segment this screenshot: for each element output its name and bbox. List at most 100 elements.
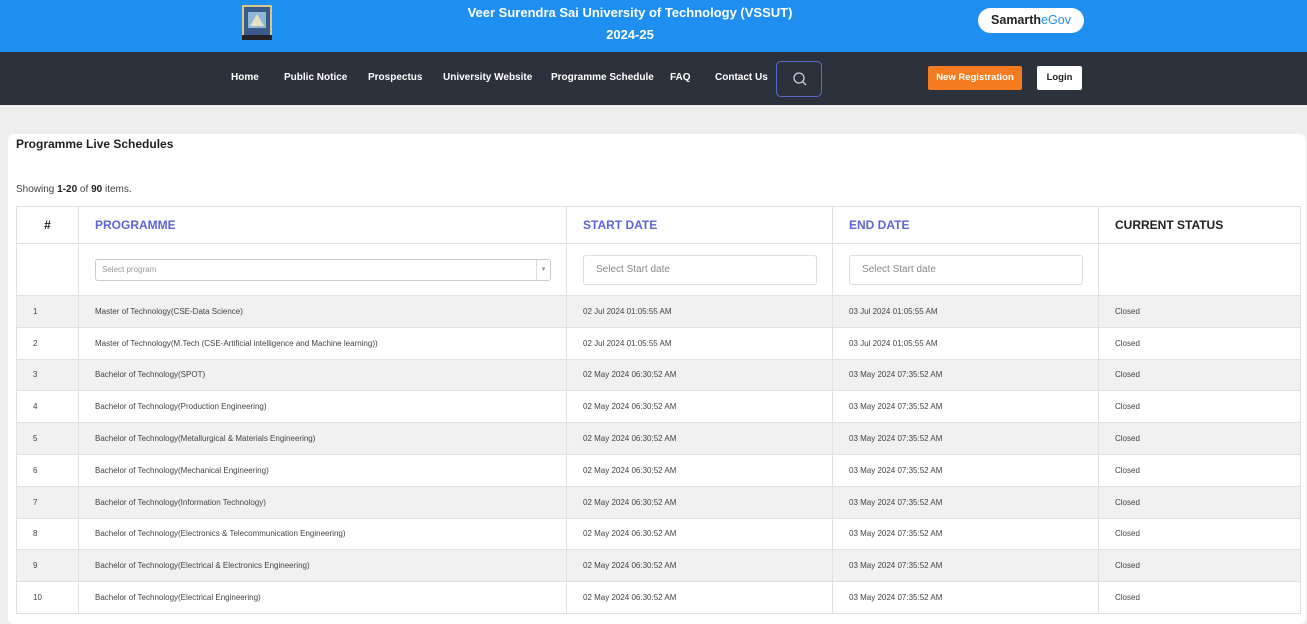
summary-prefix: Showing: [16, 184, 58, 195]
row-index: 4: [16, 390, 79, 424]
brand-main: Samarth: [991, 13, 1042, 27]
end-date-input[interactable]: Select Start date: [849, 254, 1083, 285]
row-start-date: 02 Jul 2024 01:05:55 AM: [566, 326, 833, 360]
filter-cell-programme: Select program ▾: [78, 243, 567, 296]
row-end-date: 03 May 2024 07:35:52 AM: [832, 390, 1099, 424]
row-status: Closed: [1098, 485, 1301, 519]
row-end-date: 03 May 2024 07:35:52 AM: [832, 453, 1099, 487]
row-start-date: 02 May 2024 06:30:52 AM: [566, 453, 833, 487]
university-title: Veer Surendra Sai University of Technolo…: [467, 5, 793, 20]
row-index: 5: [16, 422, 79, 455]
start-date-input[interactable]: Select Start date: [583, 254, 817, 285]
summary-total: 90: [91, 184, 103, 195]
row-programme: Bachelor of Technology(Information Techn…: [78, 485, 567, 519]
row-index: 7: [16, 485, 79, 519]
filter-cell-empty: [16, 243, 79, 296]
row-end-date: 03 Jul 2024 01:05:55 AM: [832, 326, 1099, 360]
row-programme: Bachelor of Technology(Metallurgical & M…: [78, 422, 567, 455]
row-end-date: 03 May 2024 07:35:52 AM: [832, 581, 1099, 614]
summary-mid: of: [77, 184, 92, 195]
summary-suffix: items.: [102, 184, 132, 195]
summary-range: 1-20: [57, 184, 78, 195]
row-start-date: 02 May 2024 06:30:52 AM: [566, 358, 833, 392]
samarth-egov-logo[interactable]: SamartheGov: [978, 8, 1084, 33]
row-index: 6: [16, 453, 79, 487]
table-row: 6 Bachelor of Technology(Mechanical Engin…: [16, 453, 1301, 487]
program-select[interactable]: Select program ▾: [95, 258, 551, 281]
row-status: Closed: [1098, 549, 1301, 583]
filter-row: Select program ▾ Select Start date Selec…: [16, 243, 1301, 296]
nav-faq[interactable]: FAQ: [670, 72, 691, 83]
row-index: 10: [16, 581, 79, 614]
row-start-date: 02 May 2024 06:30:52 AM: [566, 390, 833, 424]
table-row: 7 Bachelor of Technology(Information Tech…: [16, 485, 1301, 519]
table-row: 3 Bachelor of Technology(SPOT) 02 May 2024…: [16, 358, 1301, 392]
session-year: 2024-25: [606, 27, 654, 42]
column-header-current-status: CURRENT STATUS: [1098, 206, 1301, 244]
university-crest-icon: [242, 5, 272, 40]
row-index: 8: [16, 517, 79, 551]
results-summary: Showing 1-20 of 90 items.: [16, 184, 132, 195]
row-status: Closed: [1098, 453, 1301, 487]
table-row: 1 Master of Technology(CSE-Data Science) 0…: [16, 295, 1301, 328]
row-programme: Bachelor of Technology(Electrical Engine…: [78, 581, 567, 614]
row-end-date: 03 Jul 2024 01:05:55 AM: [832, 295, 1099, 328]
row-status: Closed: [1098, 326, 1301, 360]
new-registration-button[interactable]: New Registration: [928, 66, 1022, 90]
row-status: Closed: [1098, 517, 1301, 551]
nav-home[interactable]: Home: [231, 72, 259, 83]
row-index: 1: [16, 295, 79, 328]
row-index: 9: [16, 549, 79, 583]
row-programme: Bachelor of Technology(SPOT): [78, 358, 567, 392]
row-end-date: 03 May 2024 07:35:52 AM: [832, 485, 1099, 519]
row-end-date: 03 May 2024 07:35:52 AM: [832, 549, 1099, 583]
table-row: 8 Bachelor of Technology(Electronics & Te…: [16, 517, 1301, 551]
row-programme: Bachelor of Technology(Electronics & Tel…: [78, 517, 567, 551]
row-start-date: 02 Jul 2024 01:05:55 AM: [566, 295, 833, 328]
row-programme: Bachelor of Technology(Production Engine…: [78, 390, 567, 424]
search-icon: [793, 72, 807, 86]
table-row: 9 Bachelor of Technology(Electrical & Ele…: [16, 549, 1301, 583]
search-button[interactable]: [776, 61, 822, 97]
row-start-date: 02 May 2024 06:30:52 AM: [566, 485, 833, 519]
table-row: 4 Bachelor of Technology(Production Engin…: [16, 390, 1301, 424]
row-start-date: 02 May 2024 06:30:52 AM: [566, 549, 833, 583]
filter-cell-status: [1098, 243, 1301, 296]
nav-university-website[interactable]: University Website: [443, 72, 532, 83]
row-status: Closed: [1098, 295, 1301, 328]
row-end-date: 03 May 2024 07:35:52 AM: [832, 358, 1099, 392]
filter-cell-end-date: Select Start date: [832, 243, 1099, 296]
table-row: 10 Bachelor of Technology(Electrical Engi…: [16, 581, 1301, 614]
program-select-placeholder: Select program: [102, 264, 157, 274]
row-end-date: 03 May 2024 07:35:52 AM: [832, 422, 1099, 455]
row-start-date: 02 May 2024 06:30:52 AM: [566, 422, 833, 455]
row-status: Closed: [1098, 422, 1301, 455]
nav-programme-schedule[interactable]: Programme Schedule: [551, 72, 654, 83]
schedule-table: # PROGRAMME START DATE END DATE CURRENT …: [16, 206, 1301, 614]
row-start-date: 02 May 2024 06:30:52 AM: [566, 517, 833, 551]
header-title-block: Veer Surendra Sai University of Technolo…: [420, 4, 840, 44]
row-status: Closed: [1098, 581, 1301, 614]
row-end-date: 03 May 2024 07:35:52 AM: [832, 517, 1099, 551]
nav-public-notice[interactable]: Public Notice: [284, 72, 347, 83]
login-button[interactable]: Login: [1037, 66, 1082, 90]
column-header-programme[interactable]: PROGRAMME: [78, 206, 567, 244]
row-programme: Master of Technology(M.Tech (CSE-Artific…: [78, 326, 567, 360]
row-start-date: 02 May 2024 06:30:52 AM: [566, 581, 833, 614]
nav-contact-us[interactable]: Contact Us: [715, 72, 768, 83]
row-programme: Bachelor of Technology(Mechanical Engine…: [78, 453, 567, 487]
row-index: 3: [16, 358, 79, 392]
row-programme: Bachelor of Technology(Electrical & Elec…: [78, 549, 567, 583]
chevron-down-icon: ▾: [536, 259, 550, 280]
nav-prospectus[interactable]: Prospectus: [368, 72, 422, 83]
brand-suffix: eGov: [1041, 13, 1071, 27]
column-header-start-date[interactable]: START DATE: [566, 206, 833, 244]
row-status: Closed: [1098, 390, 1301, 424]
page-title: Programme Live Schedules: [16, 137, 174, 151]
row-status: Closed: [1098, 358, 1301, 392]
table-row: 2 Master of Technology(M.Tech (CSE-Artifi…: [16, 326, 1301, 360]
column-header-end-date[interactable]: END DATE: [832, 206, 1099, 244]
table-row: 5 Bachelor of Technology(Metallurgical & …: [16, 422, 1301, 455]
row-index: 2: [16, 326, 79, 360]
column-header-index: #: [16, 206, 79, 244]
